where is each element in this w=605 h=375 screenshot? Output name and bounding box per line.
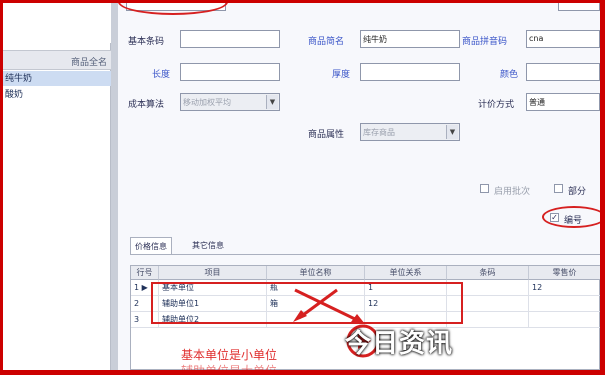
length-field[interactable] bbox=[180, 63, 280, 81]
annotation-line-1: 基本单位是小单位 bbox=[181, 348, 278, 362]
watermark-text: 今日资讯 bbox=[345, 329, 454, 359]
product-pinyin-field[interactable]: cna bbox=[526, 30, 600, 48]
tab-divider bbox=[130, 254, 600, 255]
grid-header-barcode[interactable]: 条码 bbox=[447, 266, 529, 280]
watermark: 今日资讯 bbox=[345, 319, 485, 363]
pricing-select[interactable]: 普通 bbox=[526, 93, 600, 111]
grid-header-relation[interactable]: 单位关系 bbox=[365, 266, 447, 280]
cost-method-label: 成本算法 bbox=[128, 100, 165, 110]
color-label: 颜色 bbox=[500, 70, 519, 80]
highlight-ellipse-top bbox=[118, 3, 228, 15]
enable-batch-checkbox[interactable] bbox=[480, 184, 489, 193]
pricing-label: 计价方式 bbox=[478, 100, 515, 110]
annotation-line-2: 辅助单位是大单位 bbox=[181, 362, 277, 370]
window-frame: 商品全名 纯牛奶 酸奶 基本条码 商品简名 纯牛奶 商品拼音码 cna 长度 厚… bbox=[3, 3, 600, 370]
attr-select[interactable]: 库存商品 ▼ bbox=[360, 123, 460, 141]
splitter-bar[interactable] bbox=[111, 3, 118, 370]
grid-header-no[interactable]: 行号 bbox=[131, 266, 159, 280]
chevron-down-icon[interactable]: ▼ bbox=[266, 95, 278, 109]
list-column-header[interactable]: 商品全名 bbox=[3, 50, 111, 70]
basic-barcode-field[interactable] bbox=[180, 30, 280, 48]
table-cell-price[interactable] bbox=[529, 312, 600, 328]
color-field[interactable] bbox=[526, 63, 600, 81]
attr-value: 库存商品 bbox=[363, 128, 395, 137]
top-cut-field-right[interactable] bbox=[558, 3, 600, 11]
panel-top-area bbox=[3, 3, 111, 43]
table-cell-price[interactable]: 12 bbox=[529, 280, 600, 296]
attr-label: 商品属性 bbox=[308, 130, 345, 140]
row-number: 1 bbox=[134, 283, 140, 292]
list-item[interactable]: 纯牛奶 bbox=[3, 71, 111, 86]
thickness-label: 厚度 bbox=[332, 70, 351, 80]
tab-price-info[interactable]: 价格信息 bbox=[130, 237, 172, 254]
product-name-label: 商品简名 bbox=[308, 37, 345, 47]
highlight-ellipse-checkbox bbox=[542, 206, 600, 228]
partial-label: 部分 bbox=[568, 187, 587, 197]
cost-method-select[interactable]: 移动加权平均 ▼ bbox=[180, 93, 280, 111]
thickness-field[interactable] bbox=[360, 63, 460, 81]
length-label: 长度 bbox=[152, 70, 171, 80]
list-header-label: 商品全名 bbox=[70, 58, 107, 68]
tab-other-info[interactable]: 其它信息 bbox=[188, 237, 228, 254]
cost-method-value: 移动加权平均 bbox=[183, 98, 231, 107]
grid-header-item[interactable]: 项目 bbox=[159, 266, 267, 280]
product-list-panel: 商品全名 纯牛奶 酸奶 bbox=[3, 3, 111, 370]
product-pinyin-label: 商品拼音码 bbox=[462, 37, 508, 47]
list-item[interactable]: 酸奶 bbox=[3, 87, 111, 102]
chevron-down-icon[interactable]: ▼ bbox=[446, 125, 458, 139]
row-pointer-icon: ▶ bbox=[141, 283, 148, 292]
product-name-field[interactable]: 纯牛奶 bbox=[360, 30, 460, 48]
table-cell-price[interactable] bbox=[529, 296, 600, 312]
basic-barcode-label: 基本条码 bbox=[128, 37, 165, 47]
grid-header-unit[interactable]: 单位名称 bbox=[267, 266, 365, 280]
enable-batch-label: 启用批次 bbox=[494, 187, 531, 197]
partial-checkbox[interactable] bbox=[554, 184, 563, 193]
grid-header-price[interactable]: 零售价 bbox=[529, 266, 600, 280]
product-form: 基本条码 商品简名 纯牛奶 商品拼音码 cna 长度 厚度 颜色 成本算法 移动… bbox=[118, 3, 600, 370]
